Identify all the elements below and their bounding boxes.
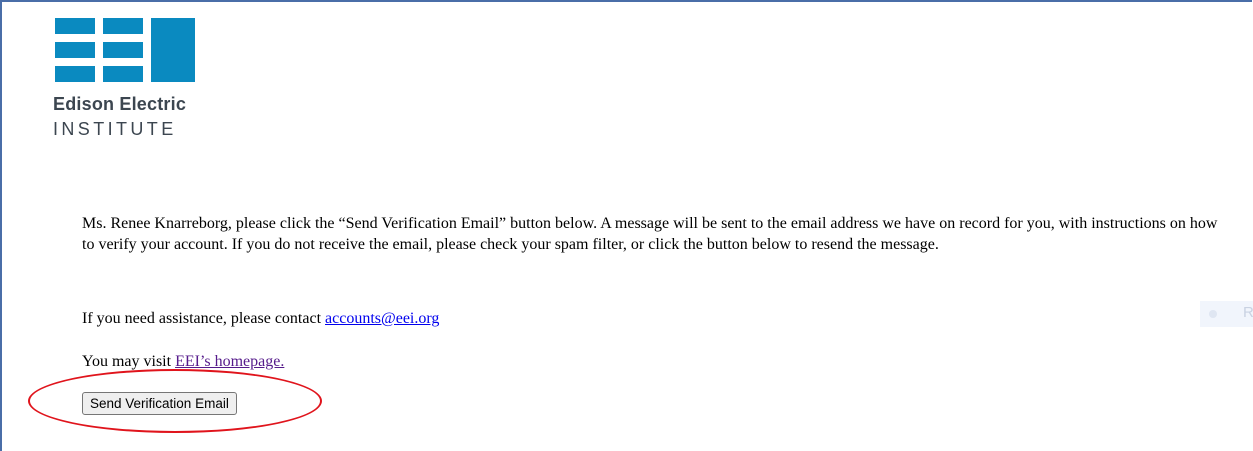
radio-dot-icon — [1209, 310, 1217, 318]
assistance-text: If you need assistance, please contact — [82, 310, 326, 327]
visit-text: You may visit — [82, 353, 176, 370]
eei-logo-letters — [55, 18, 195, 82]
annotation-highlight-oval — [28, 369, 322, 433]
email-link[interactable]: accounts@eei.org — [325, 310, 439, 327]
logo-subtitle: INSTITUTE — [53, 119, 177, 139]
logo-name: Edison Electric — [53, 94, 187, 114]
homepage-link[interactable]: EEI’s homepage. — [175, 353, 284, 370]
assistance-line: If you need assistance, please contact a… — [82, 310, 439, 328]
faint-label: R — [1243, 304, 1253, 321]
eei-logo: Edison Electric INSTITUTE — [53, 18, 205, 148]
message-block: Ms. Renee Knarreborg, please click the “… — [82, 213, 1232, 255]
faint-overlay-control: R — [1200, 301, 1253, 327]
verification-instructions: Ms. Renee Knarreborg, please click the “… — [82, 215, 1218, 253]
